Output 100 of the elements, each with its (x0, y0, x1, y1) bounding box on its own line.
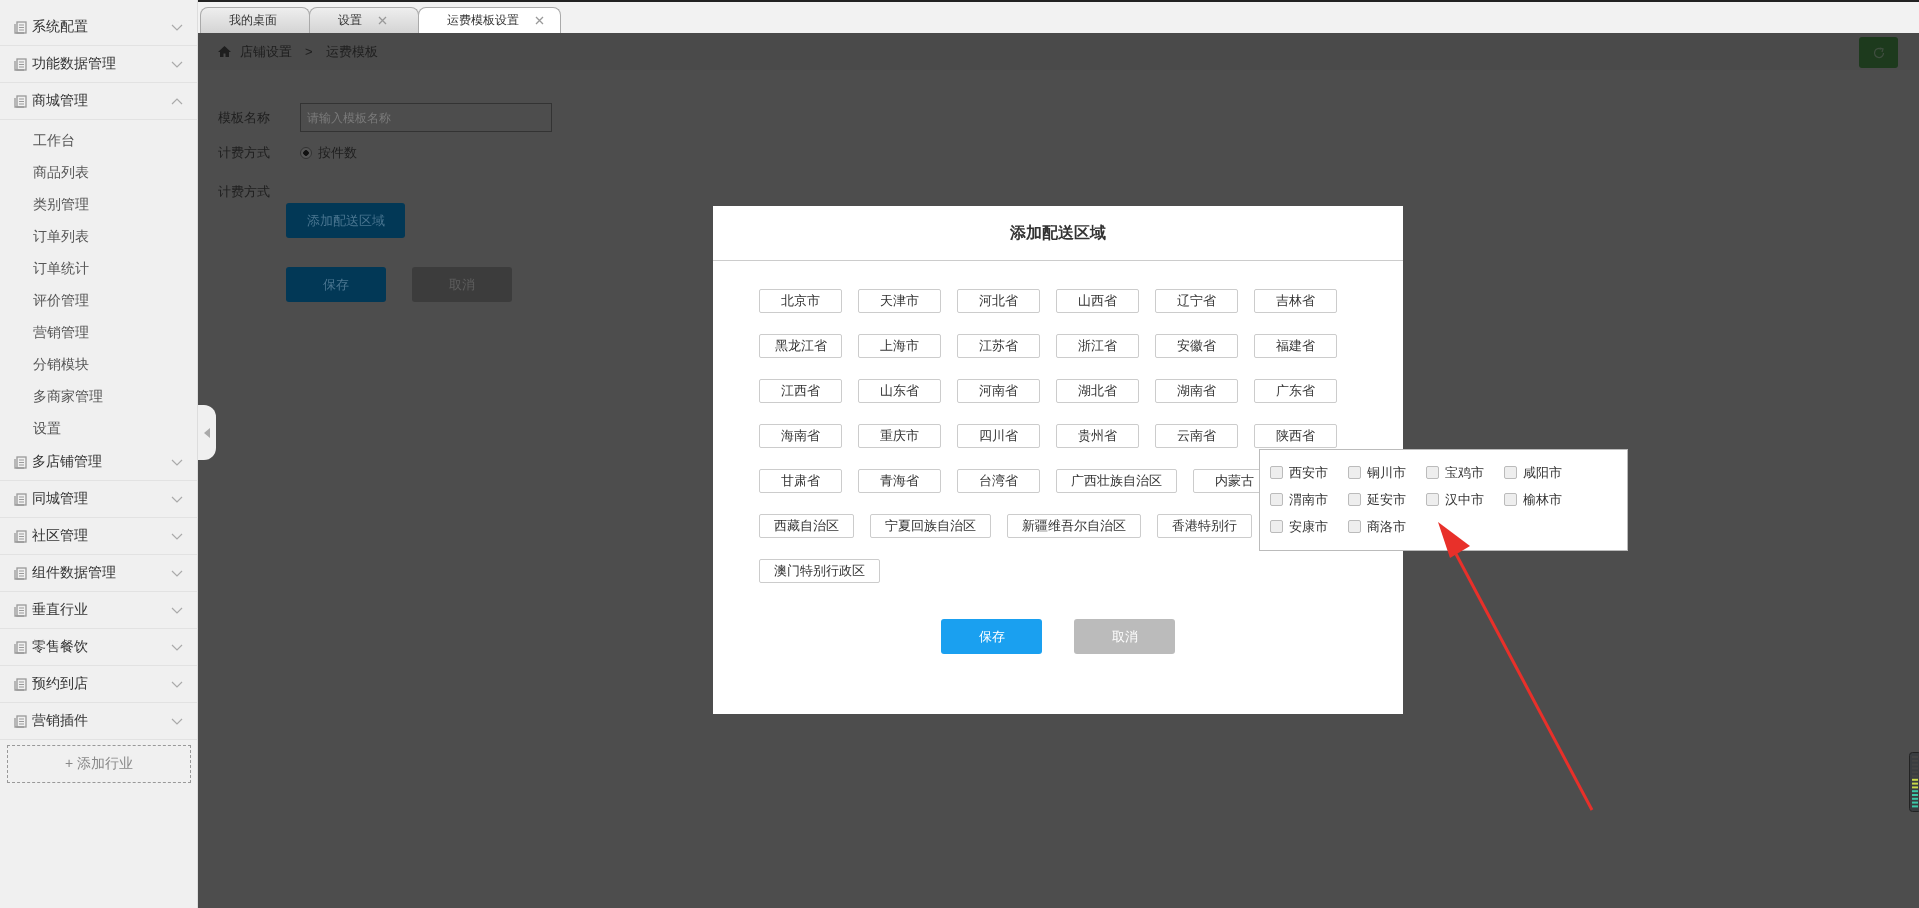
checkbox[interactable] (1270, 520, 1283, 533)
region-button[interactable]: 陕西省 (1254, 424, 1337, 448)
region-button[interactable]: 海南省 (759, 424, 842, 448)
sidebar-section[interactable]: 预约到店 (0, 666, 197, 703)
region-button[interactable]: 贵州省 (1056, 424, 1139, 448)
checkbox-label[interactable]: 延安市 (1367, 490, 1406, 509)
sidebar-item[interactable]: 分销模块 (0, 348, 197, 380)
region-button[interactable]: 湖北省 (1056, 379, 1139, 403)
tab[interactable]: 运费模板设置 (418, 7, 561, 33)
sidebar-section[interactable]: 社区管理 (0, 518, 197, 555)
region-button[interactable]: 辽宁省 (1155, 289, 1238, 313)
checkbox[interactable] (1348, 493, 1361, 506)
chevron-down-icon (171, 717, 183, 725)
tab[interactable]: 设置 (309, 7, 419, 33)
region-button[interactable]: 安徽省 (1155, 334, 1238, 358)
region-button[interactable]: 江西省 (759, 379, 842, 403)
region-button[interactable]: 河南省 (957, 379, 1040, 403)
sidebar-item[interactable]: 类别管理 (0, 188, 197, 220)
region-button[interactable]: 黑龙江省 (759, 334, 842, 358)
chevron-down-icon (171, 23, 183, 31)
region-button[interactable]: 香港特别行 (1157, 514, 1252, 538)
region-button[interactable]: 云南省 (1155, 424, 1238, 448)
close-icon[interactable] (535, 16, 544, 25)
region-button[interactable]: 山东省 (858, 379, 941, 403)
collapse-handle[interactable] (198, 405, 216, 460)
sidebar-item[interactable]: 多商家管理 (0, 380, 197, 412)
refresh-button[interactable] (1859, 37, 1898, 68)
checkbox[interactable] (1426, 493, 1439, 506)
region-button[interactable]: 西藏自治区 (759, 514, 854, 538)
checkbox[interactable] (1348, 520, 1361, 533)
sidebar-section[interactable]: 垂直行业 (0, 592, 197, 629)
region-button[interactable]: 宁夏回族自治区 (870, 514, 991, 538)
breadcrumb-separator: > (305, 44, 313, 59)
document-icon (14, 566, 27, 580)
document-icon (14, 20, 27, 34)
chevron-down-icon (171, 532, 183, 540)
sidebar-section[interactable]: 功能数据管理 (0, 46, 197, 83)
sidebar-item[interactable]: 营销管理 (0, 316, 197, 348)
document-icon (14, 455, 27, 469)
region-button[interactable]: 吉林省 (1254, 289, 1337, 313)
chevron-down-icon (171, 606, 183, 614)
document-icon (14, 714, 27, 728)
region-button[interactable]: 河北省 (957, 289, 1040, 313)
checkbox-label[interactable]: 商洛市 (1367, 517, 1406, 536)
sidebar-section[interactable]: 多店铺管理 (0, 444, 197, 481)
region-button[interactable]: 上海市 (858, 334, 941, 358)
tab[interactable]: 我的桌面 (200, 7, 310, 33)
sidebar-section[interactable]: 组件数据管理 (0, 555, 197, 592)
document-icon (14, 640, 27, 654)
checkbox-label[interactable]: 汉中市 (1445, 490, 1484, 509)
checkbox[interactable] (1348, 466, 1361, 479)
region-button[interactable]: 广东省 (1254, 379, 1337, 403)
region-button[interactable]: 福建省 (1254, 334, 1337, 358)
sidebar-section[interactable]: 商城管理 (0, 83, 197, 120)
document-icon (14, 94, 27, 108)
chevron-up-icon (171, 97, 183, 105)
checkbox-label[interactable]: 咸阳市 (1523, 463, 1562, 482)
sidebar-section[interactable]: 营销插件 (0, 703, 197, 740)
checkbox[interactable] (1270, 466, 1283, 479)
document-icon (14, 529, 27, 543)
sidebar-item[interactable]: 设置 (0, 412, 197, 444)
region-button[interactable]: 湖南省 (1155, 379, 1238, 403)
region-button[interactable]: 甘肃省 (759, 469, 842, 493)
checkbox-label[interactable]: 渭南市 (1289, 490, 1328, 509)
region-button[interactable]: 江苏省 (957, 334, 1040, 358)
checkbox[interactable] (1504, 493, 1517, 506)
checkbox[interactable] (1504, 466, 1517, 479)
refresh-icon (1871, 45, 1886, 60)
home-icon[interactable] (218, 46, 231, 57)
chevron-down-icon (171, 495, 183, 503)
region-button[interactable]: 重庆市 (858, 424, 941, 448)
checkbox-label[interactable]: 榆林市 (1523, 490, 1562, 509)
checkbox-label[interactable]: 西安市 (1289, 463, 1328, 482)
region-button[interactable]: 浙江省 (1056, 334, 1139, 358)
sidebar-item[interactable]: 商品列表 (0, 156, 197, 188)
checkbox-label[interactable]: 安康市 (1289, 517, 1328, 536)
region-button[interactable]: 澳门特别行政区 (759, 559, 880, 583)
region-button[interactable]: 台湾省 (957, 469, 1040, 493)
region-button[interactable]: 四川省 (957, 424, 1040, 448)
radio-button[interactable] (300, 147, 312, 159)
region-button[interactable]: 北京市 (759, 289, 842, 313)
chevron-down-icon (171, 60, 183, 68)
region-button[interactable]: 新疆维吾尔自治区 (1007, 514, 1141, 538)
chevron-down-icon (171, 458, 183, 466)
region-button[interactable]: 广西壮族自治区 (1056, 469, 1177, 493)
checkbox-label[interactable]: 宝鸡市 (1445, 463, 1484, 482)
checkbox-label[interactable]: 铜川市 (1367, 463, 1406, 482)
region-button[interactable]: 青海省 (858, 469, 941, 493)
region-button[interactable]: 天津市 (858, 289, 941, 313)
sidebar-section[interactable]: 同城管理 (0, 481, 197, 518)
sidebar-section[interactable]: 系统配置 (0, 9, 197, 46)
sidebar-item[interactable]: 工作台 (0, 124, 197, 156)
sidebar-item[interactable]: 订单列表 (0, 220, 197, 252)
sidebar-section[interactable]: 零售餐饮 (0, 629, 197, 666)
checkbox[interactable] (1270, 493, 1283, 506)
sidebar-item[interactable]: 评价管理 (0, 284, 197, 316)
checkbox[interactable] (1426, 466, 1439, 479)
close-icon[interactable] (378, 16, 387, 25)
region-button[interactable]: 山西省 (1056, 289, 1139, 313)
sidebar-item[interactable]: 订单统计 (0, 252, 197, 284)
